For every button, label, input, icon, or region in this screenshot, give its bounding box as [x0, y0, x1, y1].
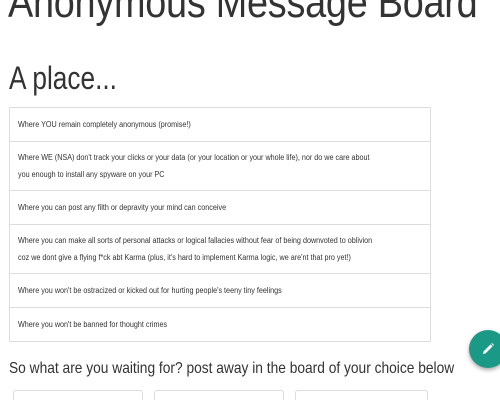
message-board-page: Anonymous Message Board A place... Where… — [0, 0, 500, 400]
list-item: Where WE (NSA) don't track your clicks o… — [9, 141, 431, 191]
list-item: Where you can make all sorts of personal… — [9, 224, 431, 274]
feature-text: Where you can post any filth or depravit… — [18, 203, 227, 212]
page-subtitle: A place... — [9, 60, 117, 96]
board-card-row — [13, 390, 431, 400]
board-card[interactable] — [295, 390, 428, 400]
new-post-button[interactable] — [469, 330, 500, 368]
feature-text: Where you won't be ostracized or kicked … — [18, 286, 282, 295]
feature-text: Where YOU remain completely anonymous (p… — [18, 120, 191, 129]
feature-text: Where you won't be banned for thought cr… — [18, 320, 168, 329]
list-item: Where you can post any filth or depravit… — [9, 190, 431, 225]
feature-text: Where you can make all sorts of personal… — [18, 236, 373, 262]
site-title: Anonymous Message Board — [8, 0, 478, 27]
board-card[interactable] — [154, 390, 284, 400]
pencil-icon — [481, 342, 495, 356]
board-card[interactable] — [13, 390, 143, 400]
list-item: Where you won't be banned for thought cr… — [9, 307, 431, 342]
list-item: Where YOU remain completely anonymous (p… — [9, 107, 431, 142]
call-to-action-heading: So what are you waiting for? post away i… — [9, 360, 455, 377]
feature-list: Where YOU remain completely anonymous (p… — [9, 107, 431, 342]
feature-text: Where WE (NSA) don't track your clicks o… — [18, 153, 370, 179]
list-item: Where you won't be ostracized or kicked … — [9, 273, 431, 308]
